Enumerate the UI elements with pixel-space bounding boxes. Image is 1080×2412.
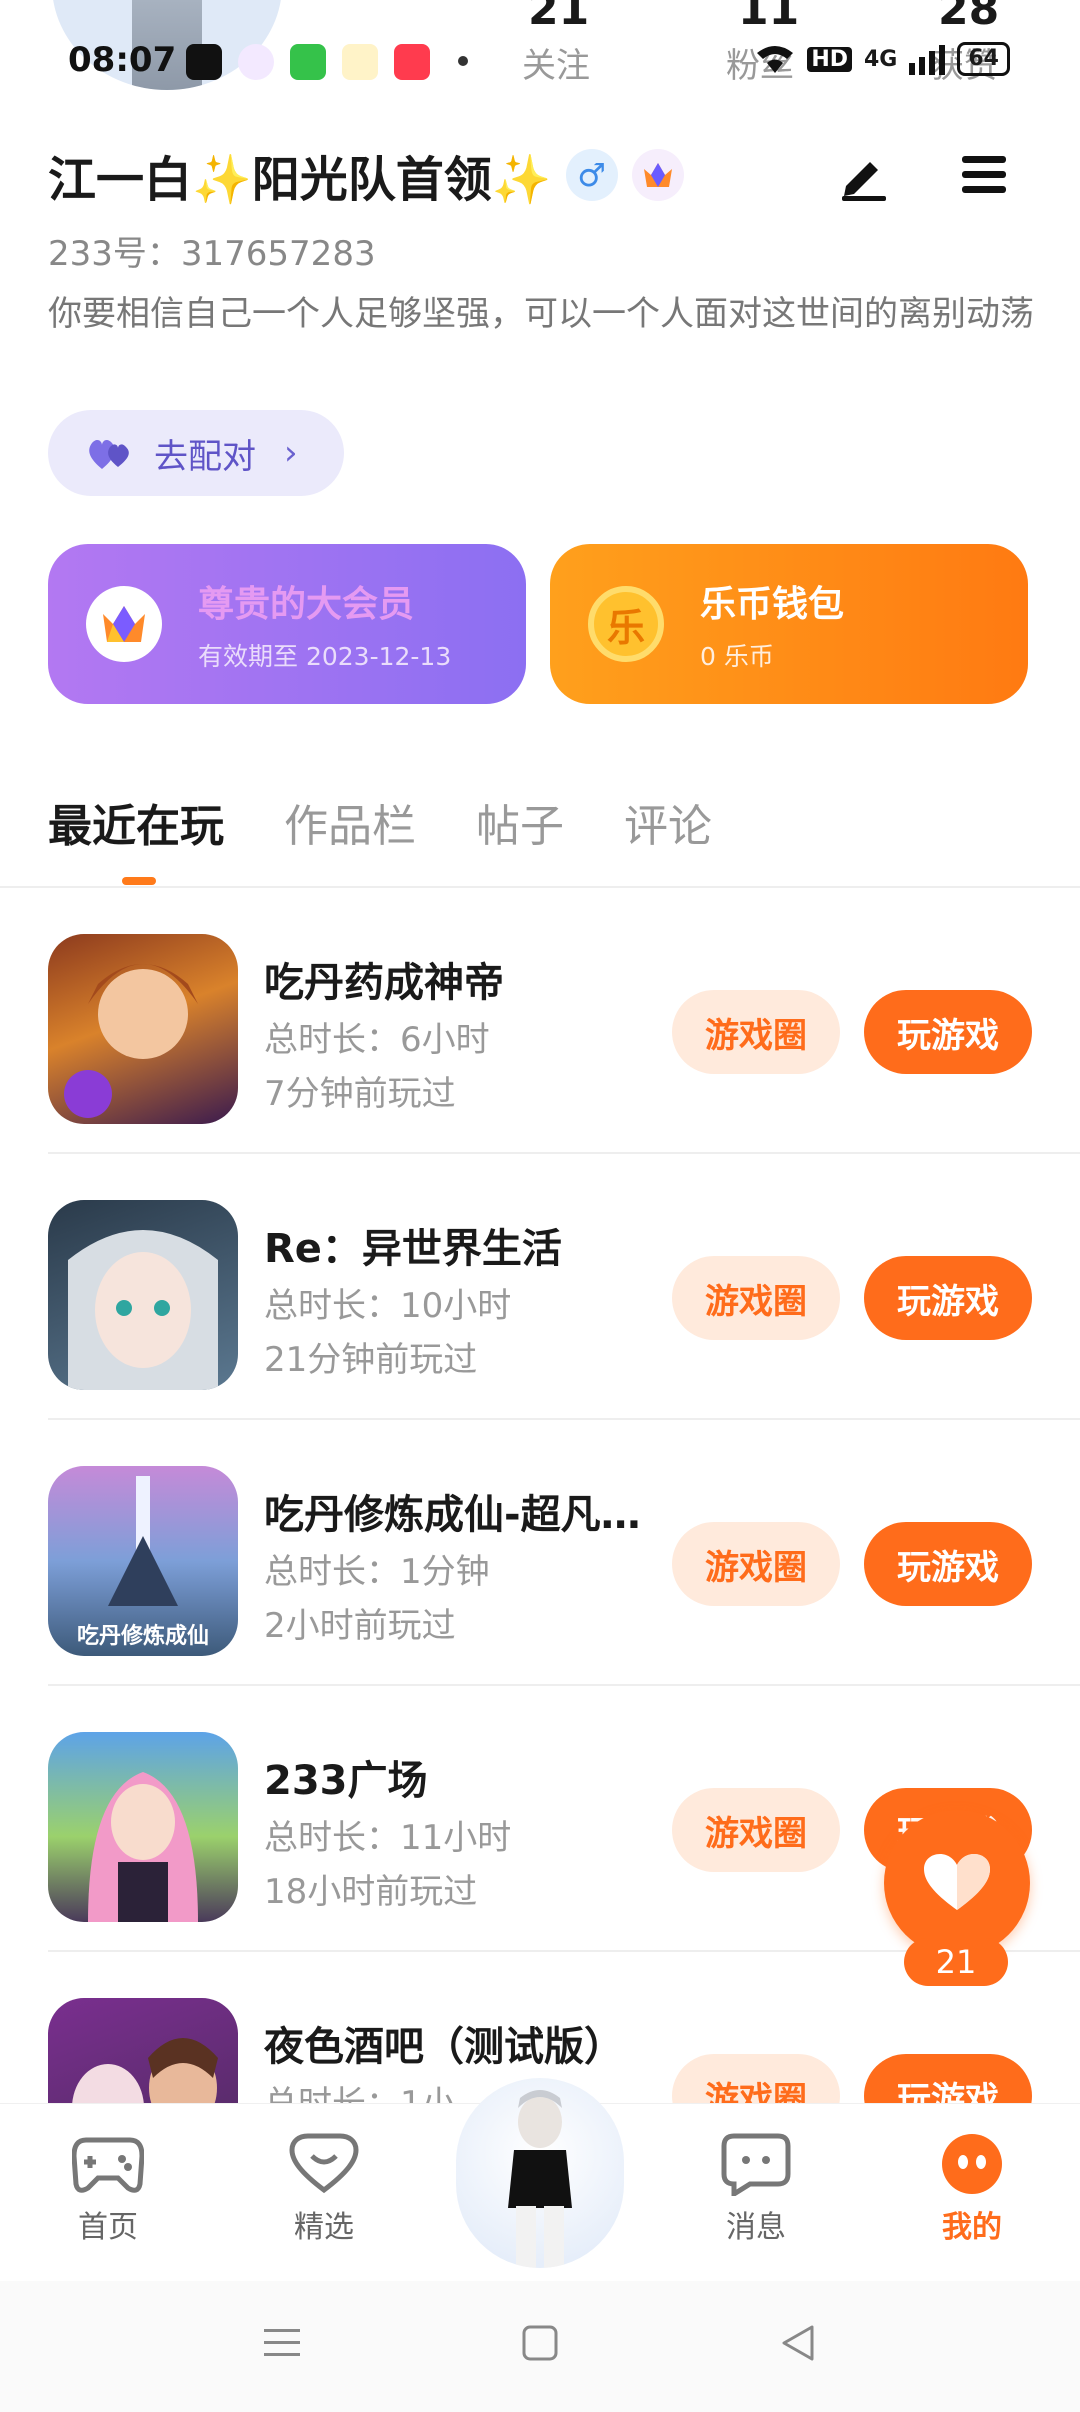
wifi-icon	[757, 46, 794, 73]
game-icon[interactable]	[48, 1998, 238, 2103]
game-row[interactable]: 吃丹修炼成仙 吃丹修炼成仙-超凡… 总时长：1分钟 2小时前玩过 游戏圈 玩游戏	[0, 1420, 1080, 1686]
play-game-button[interactable]: 玩游戏	[864, 1256, 1032, 1340]
vip-membership-card[interactable]: 尊贵的大会员 有效期至 2023-12-13	[48, 544, 526, 704]
game-circle-button[interactable]: 游戏圈	[672, 2054, 840, 2103]
nav-featured[interactable]: 精选	[264, 2132, 384, 2246]
back-triangle-icon[interactable]	[776, 2321, 820, 2365]
follow-label[interactable]: 关注	[522, 38, 590, 87]
tab-comments[interactable]: 评论	[624, 790, 712, 854]
market-icon	[290, 44, 326, 80]
game-title: 吃丹修炼成仙-超凡…	[264, 1492, 641, 1538]
tab-recently-played[interactable]: 最近在玩	[48, 790, 224, 854]
male-gender-icon: ♂	[565, 149, 618, 201]
game-duration: 总时长：1分钟	[264, 1552, 490, 1592]
profile-tabs: 最近在玩 作品栏 帖子 评论	[48, 790, 712, 854]
tiktok-icon	[186, 44, 222, 80]
game-duration: 总时长：11小时	[264, 1818, 512, 1858]
game-center-icon	[342, 44, 378, 80]
user-name: 江一白✨阳光队首领✨	[48, 152, 552, 208]
pair-button[interactable]: 去配对 ›	[48, 410, 344, 496]
wallet-balance: 0 乐币	[700, 642, 774, 671]
play-game-button[interactable]: 玩游戏	[864, 2054, 1032, 2103]
active-tab-indicator	[122, 877, 156, 885]
hearts-icon	[89, 439, 129, 469]
follow-count[interactable]: 21	[528, 0, 589, 35]
menu-icon[interactable]	[956, 146, 1012, 202]
game-last-played: 18小时前玩过	[264, 1872, 478, 1912]
game-circle-button[interactable]: 游戏圈	[672, 990, 840, 1074]
user-id: 233号：317657283	[48, 234, 376, 274]
vip-crown-badge-icon[interactable]	[631, 149, 684, 201]
wallet-card[interactable]: 乐 乐币钱包 0 乐币	[550, 544, 1028, 704]
nav-mine[interactable]: 我的	[912, 2132, 1032, 2246]
game-title: 夜色酒吧（测试版）	[264, 2024, 624, 2070]
game-circle-button[interactable]: 游戏圈	[672, 1256, 840, 1340]
status-indicators: HD 4G 64	[755, 42, 1010, 76]
more-notifications-dot	[458, 56, 468, 66]
game-icon[interactable]	[48, 934, 238, 1124]
nav-featured-label: 精选	[294, 2210, 354, 2245]
game-icon[interactable]: 吃丹修炼成仙	[48, 1466, 238, 1656]
nav-avatar-button[interactable]	[456, 2078, 624, 2268]
play-game-button[interactable]: 玩游戏	[864, 1522, 1032, 1606]
fans-count[interactable]: 11	[738, 0, 799, 35]
chevron-right-icon: ›	[284, 433, 298, 473]
video-app-icon	[394, 44, 430, 80]
game-icon[interactable]	[48, 1200, 238, 1390]
game-duration: 总时长：6小时	[264, 1020, 490, 1060]
bottom-navigation: 首页 精选 消息 我的	[0, 2078, 1080, 2281]
system-navigation-bar	[0, 2281, 1080, 2412]
game-title: 吃丹药成神帝	[264, 960, 504, 1006]
game-duration: 总时长：10小时	[264, 1286, 512, 1326]
tab-posts[interactable]: 帖子	[476, 790, 564, 854]
signal-icon	[909, 45, 946, 75]
game-duration: 总时长：1小	[264, 2076, 456, 2103]
game-last-played: 7分钟前玩过	[264, 1074, 456, 1114]
hd-icon: HD	[807, 46, 852, 72]
profile-name-row: 江一白✨阳光队首领✨ ♂	[48, 140, 684, 210]
heart-outline-icon	[289, 2133, 359, 2194]
game-last-played: 21分钟前玩过	[264, 1340, 478, 1380]
floating-like-button[interactable]	[884, 1810, 1030, 1956]
user-bio: 你要相信自己一个人足够坚强，可以一个人面对这世间的离别动荡	[48, 294, 1034, 334]
profile-face-icon	[942, 2134, 1002, 2194]
vip-crown-icon	[86, 586, 162, 662]
network-type: 4G	[864, 46, 898, 72]
game-last-played: 2小时前玩过	[264, 1606, 456, 1646]
gamepad-icon	[72, 2137, 144, 2193]
nav-messages[interactable]: 消息	[696, 2132, 816, 2246]
play-game-button[interactable]: 玩游戏	[864, 990, 1032, 1074]
nav-messages-label: 消息	[726, 2210, 786, 2245]
vip-title: 尊贵的大会员	[198, 584, 415, 625]
game-title: Re：异世界生活	[264, 1226, 562, 1272]
nav-home[interactable]: 首页	[48, 2132, 168, 2246]
status-time: 08:07	[68, 40, 177, 80]
game-row[interactable]: Re：异世界生活 总时长：10小时 21分钟前玩过 游戏圈 玩游戏	[0, 1154, 1080, 1420]
game-circle-button[interactable]: 游戏圈	[672, 1522, 840, 1606]
lebi-coin-icon: 乐	[588, 586, 664, 662]
game-title: 233广场	[264, 1758, 428, 1804]
vip-expiry: 有效期至 2023-12-13	[198, 642, 452, 671]
game-row[interactable]: 吃丹药成神帝 总时长：6小时 7分钟前玩过 游戏圈 玩游戏	[0, 888, 1080, 1154]
app-notification-icon	[238, 44, 274, 80]
floating-like-count: 21	[904, 1938, 1008, 1986]
home-square-icon[interactable]	[518, 2321, 562, 2365]
edit-profile-icon[interactable]	[836, 146, 892, 202]
message-icon	[721, 2133, 791, 2196]
battery-indicator: 64	[957, 42, 1010, 76]
nav-mine-label: 我的	[942, 2210, 1002, 2245]
recents-menu-icon[interactable]	[260, 2321, 304, 2365]
pair-label: 去配对	[154, 436, 256, 477]
likes-count[interactable]: 28	[938, 0, 999, 35]
tab-works[interactable]: 作品栏	[284, 790, 416, 854]
game-icon-caption: 吃丹修炼成仙	[76, 1624, 209, 1649]
wallet-title: 乐币钱包	[700, 584, 845, 625]
game-circle-button[interactable]: 游戏圈	[672, 1788, 840, 1872]
nav-home-label: 首页	[78, 2210, 138, 2245]
game-icon[interactable]	[48, 1732, 238, 1922]
heart-icon	[924, 1854, 990, 1910]
